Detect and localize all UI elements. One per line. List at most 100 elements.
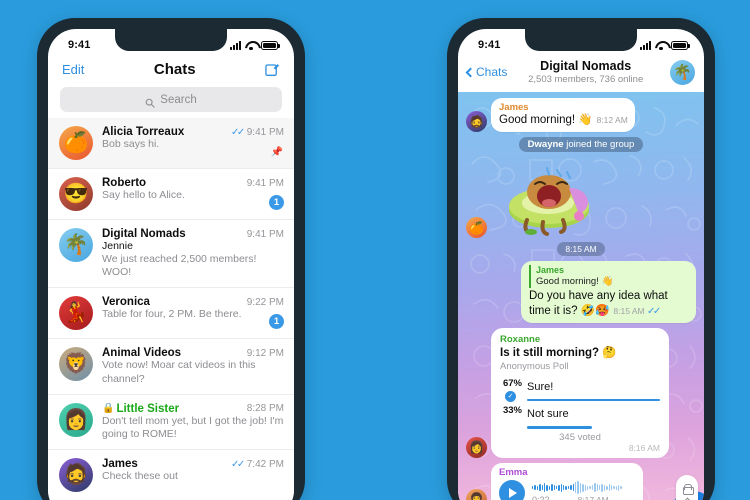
chat-list-item[interactable]: 🧔 James ✓✓ 7:42 PM Check these out xyxy=(48,450,294,500)
chat-list-item[interactable]: 🦁 Animal Videos 9:12 PM Vote now! Moar cat … xyxy=(48,339,294,395)
chat-preview: Vote now! Moar cat videos in this channe… xyxy=(102,359,256,385)
compose-icon[interactable] xyxy=(265,62,280,77)
chat-item-meta: 9:22 PM xyxy=(241,297,284,308)
message-bubble[interactable]: James Good morning! 👋 Do you have any idea… xyxy=(521,261,696,323)
message-area[interactable]: 🧔 James Good morning! 👋 8:12 AM Dwayne joine… xyxy=(458,92,704,500)
sticker-row[interactable]: 🍊 xyxy=(458,158,704,239)
avatar-emoji: 💃 xyxy=(63,302,89,325)
chat-item-header: Animal Videos 9:12 PM xyxy=(102,347,284,359)
search-placeholder: Search xyxy=(160,93,197,106)
poll-option-bar xyxy=(527,398,660,402)
avatar[interactable]: 👩 xyxy=(466,436,487,458)
voice-bubble[interactable]: Emma 0:22 8:17 AM xyxy=(491,462,643,500)
sticker-time: 8:15 AM xyxy=(557,242,605,257)
chat-preview: Check these out xyxy=(102,469,178,482)
poll-bubble[interactable]: Roxanne Is it still morning? 🤔 Anonymous P… xyxy=(491,327,669,458)
poll-vote-count: 345 voted xyxy=(559,431,601,443)
chat-list-item[interactable]: 🍊 Alicia Torreaux ✓✓ 9:41 PM Bob says hi. 📌 xyxy=(48,118,294,169)
search-input[interactable]: Search xyxy=(60,87,282,112)
chat-name-text: Veronica xyxy=(102,296,150,309)
poll-time: 8:16 AM xyxy=(628,442,660,453)
chat-name-text: Digital Nomads xyxy=(102,228,186,240)
group-avatar[interactable]: 🌴 xyxy=(670,59,695,85)
lock-icon: 🔒 xyxy=(102,402,115,414)
read-ticks-icon: ✓✓ xyxy=(230,127,245,138)
chat-list-item[interactable]: 🌴 Digital Nomads 9:41 PM Jennie We just reac… xyxy=(48,220,294,289)
avatar-emoji: 🧔 xyxy=(63,463,89,486)
avatar[interactable]: 🍊 xyxy=(466,217,487,239)
avatar: 💃 xyxy=(59,296,93,331)
message-text: Do you have any idea what time it is? 🤣🥵… xyxy=(529,290,668,317)
chat-item-header: 🔒 Little Sister 8:28 PM xyxy=(102,403,284,415)
avatar: 👩 xyxy=(59,402,93,437)
chat-list-item[interactable]: 💃 Veronica 9:22 PM Table for four, 2 PM. Be… xyxy=(48,288,294,340)
chat-time: 9:41 PM xyxy=(246,229,284,240)
chat-item-body: Alicia Torreaux ✓✓ 9:41 PM Bob says hi. xyxy=(102,126,284,160)
avatar-emoji: 😎 xyxy=(63,183,89,205)
padlock-icon xyxy=(682,484,694,495)
chat-item-header: Veronica 9:22 PM xyxy=(102,296,284,308)
waveform xyxy=(532,480,622,495)
sleeping-avocado-sticker[interactable] xyxy=(491,158,611,238)
quoted-message[interactable]: James Good morning! 👋 xyxy=(529,265,689,289)
chat-name: James xyxy=(102,458,138,470)
voice-track[interactable]: 0:22 8:17 AM xyxy=(532,480,622,500)
chat-name: Animal Videos xyxy=(102,347,181,359)
chat-item-body: Digital Nomads 9:41 PM Jennie We just reach… xyxy=(102,228,284,279)
avatar: 🦁 xyxy=(59,347,93,382)
message-text: Good morning! 👋 8:12 AM xyxy=(499,114,628,127)
search-icon xyxy=(145,95,155,108)
poll-percent: 67% xyxy=(502,377,522,389)
chat-list-item[interactable]: 😎 Roberto 9:41 PM Say hello to Alice. 1 xyxy=(48,169,294,220)
chat-item-header: Roberto 9:41 PM xyxy=(102,177,284,189)
chat-name-text: Alicia Torreaux xyxy=(102,126,185,138)
chat-name-text: Roberto xyxy=(102,177,147,189)
voice-player[interactable]: 0:22 8:17 AM xyxy=(499,478,636,500)
message-row-outgoing[interactable]: James Good morning! 👋 Do you have any idea… xyxy=(458,261,704,323)
quote-author: James xyxy=(536,265,565,276)
voice-message-row[interactable]: 👩‍🦱 Emma 0:22 8:17 AM xyxy=(458,462,704,500)
avatar-emoji: 🍊 xyxy=(63,132,89,154)
chat-item-meta: ✓✓ 9:41 PM xyxy=(225,127,284,138)
poll-row[interactable]: 👩 Roxanne Is it still morning? 🤔 Anonymous … xyxy=(458,327,704,458)
chat-list-item[interactable]: 👩 🔒 Little Sister 8:28 PM Don't tell mom yet… xyxy=(48,395,294,450)
avatar[interactable]: 🧔 xyxy=(466,111,487,133)
edit-button[interactable]: Edit xyxy=(62,62,84,77)
chat-list[interactable]: 🍊 Alicia Torreaux ✓✓ 9:41 PM Bob says hi. 📌 😎 R… xyxy=(48,118,294,500)
signal-icon xyxy=(640,40,651,50)
poll-option[interactable]: 67% Sure! ✓ xyxy=(500,377,660,402)
chat-item-meta: 9:41 PM xyxy=(241,229,284,240)
voice-sender: Emma xyxy=(499,466,528,478)
chat-item-body: James ✓✓ 7:42 PM Check these out xyxy=(102,458,284,492)
poll-selected-icon: ✓ xyxy=(505,390,516,402)
battery-icon xyxy=(671,40,690,50)
signal-icon xyxy=(230,40,241,50)
conversation-title-block[interactable]: Digital Nomads 2,503 members, 736 online xyxy=(507,59,664,85)
page-title: Chats xyxy=(153,61,196,78)
message-row[interactable]: 🧔 James Good morning! 👋 8:12 AM xyxy=(458,98,704,133)
chat-item-header: Digital Nomads 9:41 PM xyxy=(102,228,284,240)
poll-type: Anonymous Poll xyxy=(500,360,569,372)
read-ticks-icon: ✓✓ xyxy=(230,458,245,470)
status-icons xyxy=(640,40,690,50)
message-bubble[interactable]: James Good morning! 👋 8:12 AM xyxy=(491,98,635,133)
search-bar[interactable]: Search xyxy=(48,87,294,118)
notch xyxy=(525,29,637,51)
play-icon[interactable] xyxy=(499,479,525,500)
conversation-subtitle: 2,503 members, 736 online xyxy=(528,74,644,85)
status-icons xyxy=(230,40,280,50)
chat-name-text: Animal Videos xyxy=(102,347,182,360)
chat-sender: Jennie xyxy=(102,240,133,252)
record-lock-button[interactable] xyxy=(676,475,698,500)
chat-time: 8:28 PM xyxy=(246,402,284,414)
poll-option[interactable]: 33% Not sure xyxy=(500,404,660,429)
chats-navbar: Edit Chats xyxy=(48,57,294,87)
chat-time: 9:41 PM xyxy=(246,127,284,138)
chat-name: Veronica xyxy=(102,296,150,308)
avatar[interactable]: 👩‍🦱 xyxy=(466,488,487,500)
wifi-icon xyxy=(245,41,257,50)
back-button[interactable]: Chats xyxy=(465,65,507,79)
unread-badge: 1 xyxy=(269,195,284,210)
avatar-emoji: 🌴 xyxy=(63,234,89,256)
status-time: 9:41 xyxy=(68,39,91,51)
